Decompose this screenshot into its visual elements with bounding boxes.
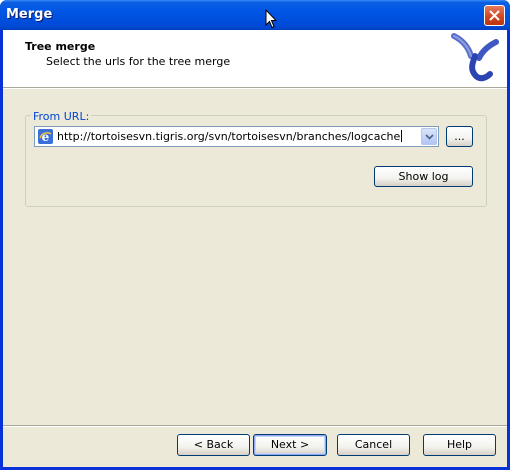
show-log-button[interactable]: Show log bbox=[374, 166, 473, 187]
back-button[interactable]: < Back bbox=[177, 434, 250, 456]
close-icon bbox=[489, 10, 500, 21]
help-button[interactable]: Help bbox=[423, 434, 496, 456]
browse-button[interactable]: ... bbox=[446, 126, 473, 147]
dialog-body: Tree merge Select the urls for the tree … bbox=[3, 30, 507, 467]
mouse-cursor-icon bbox=[265, 9, 277, 29]
from-url-label: From URL: bbox=[31, 110, 92, 123]
url-text: http://tortoisesvn.tigris.org/svn/tortoi… bbox=[57, 130, 401, 143]
wizard-header: Tree merge Select the urls for the tree … bbox=[3, 30, 507, 87]
chevron-down-icon bbox=[425, 134, 434, 140]
close-button[interactable] bbox=[484, 5, 505, 26]
page-subtitle: Select the urls for the tree merge bbox=[46, 55, 231, 68]
window-title: Merge bbox=[6, 7, 53, 22]
footer-divider-highlight bbox=[3, 426, 507, 427]
from-url-combobox[interactable]: e http://tortoisesvn.tigris.org/svn/tort… bbox=[34, 126, 439, 147]
cancel-button[interactable]: Cancel bbox=[337, 434, 410, 456]
internet-explorer-icon: e bbox=[38, 129, 53, 144]
page-title: Tree merge bbox=[25, 40, 96, 53]
title-bar[interactable]: Merge bbox=[0, 0, 510, 30]
tortoisesvn-merge-logo-icon bbox=[451, 33, 499, 82]
next-button[interactable]: Next > bbox=[253, 434, 327, 456]
merge-dialog: Merge Tree merge Select the urls for the… bbox=[0, 0, 510, 470]
header-divider-highlight bbox=[3, 88, 507, 89]
url-input[interactable]: http://tortoisesvn.tigris.org/svn/tortoi… bbox=[57, 130, 403, 143]
text-caret bbox=[401, 130, 403, 142]
dropdown-button[interactable] bbox=[421, 128, 437, 145]
